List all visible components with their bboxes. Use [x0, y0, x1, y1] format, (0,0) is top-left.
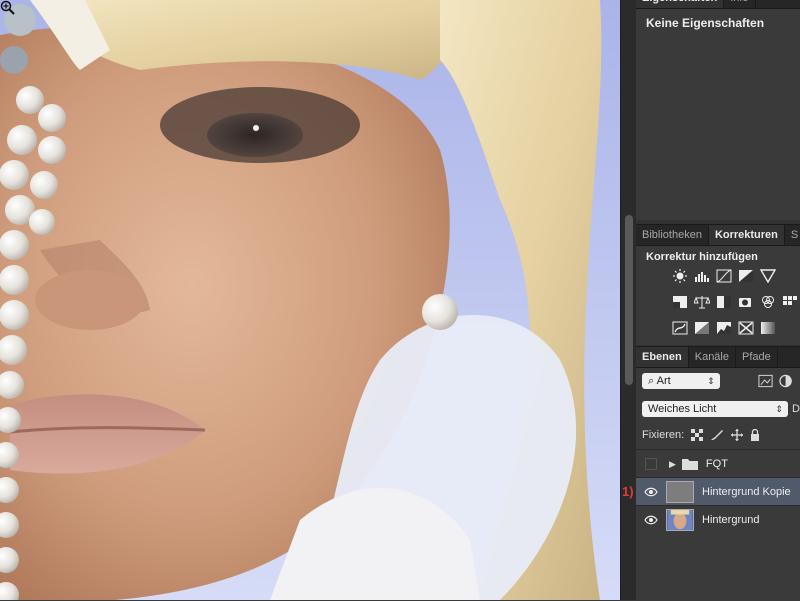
layer-name: Hintergrund: [702, 514, 760, 526]
tab-kanaele[interactable]: Kanäle: [689, 347, 736, 367]
layer-filter-row: ⌕ Art ⇕: [642, 373, 792, 389]
tab-pfade[interactable]: Pfade: [736, 347, 778, 367]
layer-row-hintergrund-kopie[interactable]: 1) Hintergrund Kopie: [622, 477, 800, 506]
tab-ebenen[interactable]: Ebenen: [636, 347, 689, 367]
layer-row-hintergrund[interactable]: Hintergrund: [636, 505, 800, 534]
brightness-icon[interactable]: [672, 269, 688, 283]
layer-name: Hintergrund Kopie: [702, 486, 791, 498]
hue-icon[interactable]: [672, 295, 688, 309]
balance-icon[interactable]: [694, 295, 710, 309]
adjustment-filter-icon[interactable]: [779, 374, 792, 388]
channel-mixer-icon[interactable]: [760, 295, 776, 309]
invert-icon[interactable]: [672, 321, 688, 335]
document-canvas[interactable]: [0, 0, 620, 600]
posterize-icon[interactable]: [694, 321, 710, 335]
folder-icon: [681, 459, 698, 470]
image-filter-icon[interactable]: [758, 374, 773, 388]
visibility-toggle-off[interactable]: [645, 458, 657, 470]
tab-s[interactable]: S: [785, 225, 800, 245]
gradient-map-icon[interactable]: [760, 321, 776, 335]
adjustments-tabs: Bibliotheken Korrekturen S: [636, 225, 800, 246]
tab-bibliotheken[interactable]: Bibliotheken: [636, 225, 709, 245]
adjustments-heading: Korrektur hinzufügen: [646, 251, 758, 263]
layer-thumbnail-gray: [666, 481, 694, 503]
properties-tabs: Eigenschaften Info: [636, 0, 800, 9]
layers-panel: Ebenen Kanäle Pfade ⌕ Art ⇕ Weiches Lich…: [622, 346, 800, 601]
lock-label: Fixieren:: [642, 429, 685, 441]
lock-row: Fixieren:: [642, 429, 760, 441]
layer-thumbnail-photo: [666, 509, 694, 531]
canvas-scrollbar[interactable]: [620, 0, 637, 600]
layer-filter-value: Art: [656, 375, 671, 387]
zoom-in-cursor-icon: [0, 0, 15, 15]
blend-mode-value: Weiches Licht: [648, 403, 717, 415]
tab-info[interactable]: Info: [724, 0, 756, 8]
lookup-icon[interactable]: [782, 295, 798, 309]
threshold-icon[interactable]: [716, 321, 732, 335]
tab-eigenschaften[interactable]: Eigenschaften: [636, 0, 725, 8]
curves-icon[interactable]: [716, 269, 732, 283]
opacity-label: D: [792, 403, 800, 415]
expand-triangle-icon[interactable]: ▶: [669, 459, 676, 470]
tab-korrekturen[interactable]: Korrekturen: [708, 225, 785, 245]
eye-icon[interactable]: [644, 513, 658, 527]
adjustments-row-1: [672, 269, 776, 283]
dropdown-arrows-icon: ⇕: [707, 376, 715, 386]
adjustments-row-2: [672, 295, 798, 309]
eye-icon[interactable]: [644, 485, 658, 499]
properties-title: Keine Eigenschaften: [646, 16, 765, 30]
lock-position-move-icon[interactable]: [731, 429, 744, 441]
dropdown-arrows-icon: ⇕: [775, 404, 784, 414]
photo-filter-icon[interactable]: [738, 295, 754, 309]
blend-mode-row: Weiches Licht ⇕ D: [642, 401, 800, 417]
photo-portrait: [0, 0, 620, 600]
properties-panel: Eigenschaften Info Keine Eigenschaften: [636, 0, 800, 220]
lock-all-icon[interactable]: [750, 429, 760, 441]
search-icon: ⌕: [648, 375, 655, 387]
selective-color-icon[interactable]: [738, 321, 754, 335]
bw-icon[interactable]: [716, 295, 732, 309]
adjustments-panel: Bibliotheken Korrekturen S Korrektur hin…: [636, 224, 800, 345]
adjustments-row-3: [672, 321, 776, 335]
levels-icon[interactable]: [694, 269, 710, 283]
exposure-icon[interactable]: [738, 269, 754, 283]
right-panels: Eigenschaften Info Keine Eigenschaften B…: [622, 0, 800, 601]
lock-transparent-icon[interactable]: [691, 429, 704, 441]
lock-pixels-brush-icon[interactable]: [710, 429, 724, 441]
layer-row-fqt[interactable]: ▶ FQT: [636, 449, 800, 478]
scrollbar-thumb[interactable]: [625, 215, 633, 385]
layers-tabs: Ebenen Kanäle Pfade: [636, 347, 800, 368]
layer-name: FQT: [705, 458, 728, 470]
layer-filter-dropdown[interactable]: ⌕ Art ⇕: [642, 373, 720, 389]
vibrance-icon[interactable]: [760, 269, 776, 283]
annotation-marker: 1): [622, 484, 634, 499]
blend-mode-dropdown[interactable]: Weiches Licht ⇕: [642, 401, 789, 417]
